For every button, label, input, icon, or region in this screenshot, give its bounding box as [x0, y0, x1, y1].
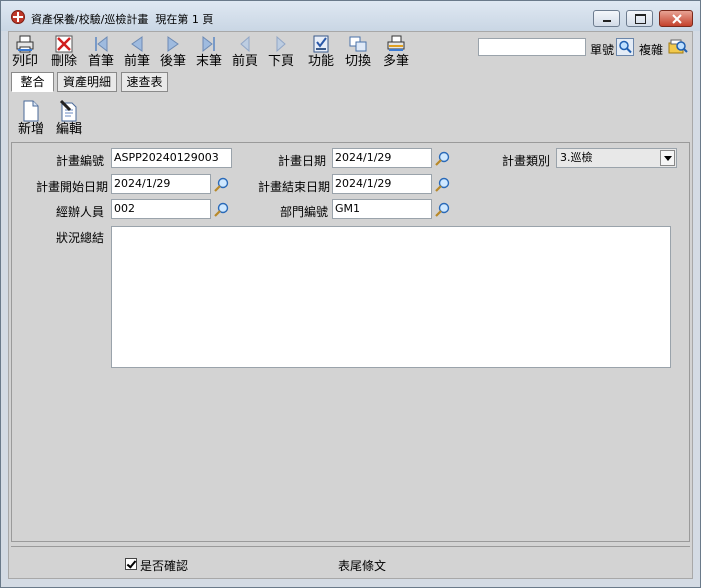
handler-field[interactable]: 002: [111, 199, 211, 219]
plan-date-label: 計畫日期: [277, 154, 326, 168]
start-date-field[interactable]: 2024/1/29: [111, 174, 211, 194]
handler-label: 經辦人員: [55, 205, 104, 219]
first-record-icon: [91, 34, 111, 54]
prev-page-icon: [235, 34, 255, 54]
search-icon: [616, 38, 634, 56]
toolbar-next-page-label: 下頁: [267, 54, 294, 69]
window-title-text: 資產保養/校驗/巡檢計畫: [31, 13, 149, 26]
form-footer: 是否確認 表尾條文: [11, 546, 690, 577]
end-date-field[interactable]: 2024/1/29: [332, 174, 432, 194]
toolbar-last-button[interactable]: 末筆: [194, 34, 224, 69]
tab-integrated[interactable]: 整合: [11, 72, 54, 92]
plan-no-field[interactable]: ASPP20240129003: [111, 148, 232, 168]
plan-date-field[interactable]: 2024/1/29: [332, 148, 432, 168]
toolbar-next-page-button[interactable]: 下頁: [266, 34, 296, 69]
confirm-checkbox[interactable]: [125, 558, 137, 570]
toolbar-first-label: 首筆: [87, 54, 114, 69]
edit-document-icon: [59, 99, 79, 122]
close-icon: [672, 14, 682, 24]
advanced-search-icon: [668, 39, 688, 54]
end-date-label: 計畫結束日期: [257, 180, 330, 194]
toolbar-next-label: 後筆: [159, 54, 186, 69]
tab-quick-lookup-label: 速查表: [126, 75, 163, 89]
delete-icon: [54, 34, 74, 54]
complex-search-button[interactable]: [666, 37, 688, 57]
plan-type-label: 計畫類別: [501, 154, 550, 168]
app-logo-icon: [11, 10, 25, 24]
toolbar-prev-page-button[interactable]: 前頁: [230, 34, 260, 69]
complex-search-label: 複雜: [639, 43, 664, 57]
toolbar-prev-button[interactable]: 前筆: [122, 34, 152, 69]
end-date-search-icon[interactable]: [434, 176, 452, 194]
dept-no-field[interactable]: GM1: [332, 199, 432, 219]
toolbar-delete-label: 刪除: [50, 54, 77, 69]
toolbar-next-button[interactable]: 後筆: [158, 34, 188, 69]
toolbar-delete-button[interactable]: 刪除: [49, 34, 79, 69]
toolbar-function-label: 功能: [307, 54, 334, 69]
toolbar-multi-button[interactable]: 多筆: [381, 34, 411, 69]
toolbar-last-label: 末筆: [195, 54, 222, 69]
tab-asset-details[interactable]: 資產明細: [57, 72, 117, 92]
start-date-search-icon[interactable]: [213, 176, 231, 194]
close-button[interactable]: [659, 10, 693, 27]
dept-no-search-icon[interactable]: [434, 201, 452, 219]
dept-no-label: 部門編號: [279, 205, 328, 219]
plan-form: 計畫編號 ASPP20240129003 計畫日期 2024/1/29 計畫類別…: [11, 142, 690, 542]
toolbar-function-button[interactable]: 功能: [306, 34, 336, 69]
printer-icon: [15, 34, 35, 54]
doc-search-button[interactable]: [616, 38, 634, 56]
function-icon: [311, 34, 331, 54]
page-status: 現在第 1 頁: [155, 13, 214, 26]
summary-label: 狀況總結: [55, 231, 104, 245]
toolbar-prev-page-label: 前頁: [231, 54, 258, 69]
toolbar-switch-button[interactable]: 切換: [343, 34, 373, 69]
app-window: 資產保養/校驗/巡檢計畫 現在第 1 頁 列印 刪除 首筆 前筆 後筆 末筆 前…: [0, 0, 701, 588]
tab-asset-details-label: 資產明細: [62, 75, 111, 89]
prev-record-icon: [127, 34, 147, 54]
tab-integrated-label: 整合: [20, 75, 45, 89]
edit-record-label: 編輯: [55, 122, 82, 137]
handler-search-icon[interactable]: [213, 201, 231, 219]
document-search-input[interactable]: [478, 38, 586, 56]
main-content: 列印 刪除 首筆 前筆 後筆 末筆 前頁 下頁 功能 切換 多筆 單號 複雜 整…: [8, 31, 693, 579]
tab-quick-lookup[interactable]: 速查表: [121, 72, 168, 92]
maximize-button[interactable]: [626, 10, 653, 27]
title-bar: 資產保養/校驗/巡檢計畫 現在第 1 頁: [1, 1, 700, 31]
next-record-icon: [163, 34, 183, 54]
last-record-icon: [199, 34, 219, 54]
toolbar-prev-label: 前筆: [123, 54, 150, 69]
new-document-icon: [21, 100, 41, 122]
window-title: 資產保養/校驗/巡檢計畫 現在第 1 頁: [31, 11, 213, 27]
toolbar-multi-label: 多筆: [382, 54, 409, 69]
toolbar-switch-label: 切換: [344, 54, 371, 69]
summary-textarea[interactable]: [111, 226, 671, 368]
new-record-button[interactable]: 新增: [16, 100, 46, 137]
edit-record-button[interactable]: 編輯: [54, 99, 84, 137]
footer-text: 表尾條文: [338, 559, 387, 573]
minimize-button[interactable]: [593, 10, 620, 27]
toolbar-first-button[interactable]: 首筆: [86, 34, 116, 69]
multi-record-icon: [386, 34, 406, 54]
confirm-label: 是否確認: [140, 559, 189, 573]
toolbar-print-label: 列印: [11, 54, 38, 69]
switch-icon: [348, 34, 368, 54]
chevron-down-icon[interactable]: [660, 150, 675, 166]
toolbar-print-button[interactable]: 列印: [10, 34, 40, 69]
plan-type-value: 3.巡檢: [560, 151, 593, 164]
start-date-label: 計畫開始日期: [35, 180, 108, 194]
plan-date-search-icon[interactable]: [434, 150, 452, 168]
minimize-icon: [603, 20, 611, 22]
new-record-label: 新增: [17, 122, 44, 137]
next-page-icon: [271, 34, 291, 54]
doc-no-label: 單號: [590, 43, 615, 57]
plan-no-label: 計畫編號: [55, 154, 104, 168]
plan-type-select[interactable]: 3.巡檢: [556, 148, 677, 168]
maximize-icon: [635, 14, 646, 24]
